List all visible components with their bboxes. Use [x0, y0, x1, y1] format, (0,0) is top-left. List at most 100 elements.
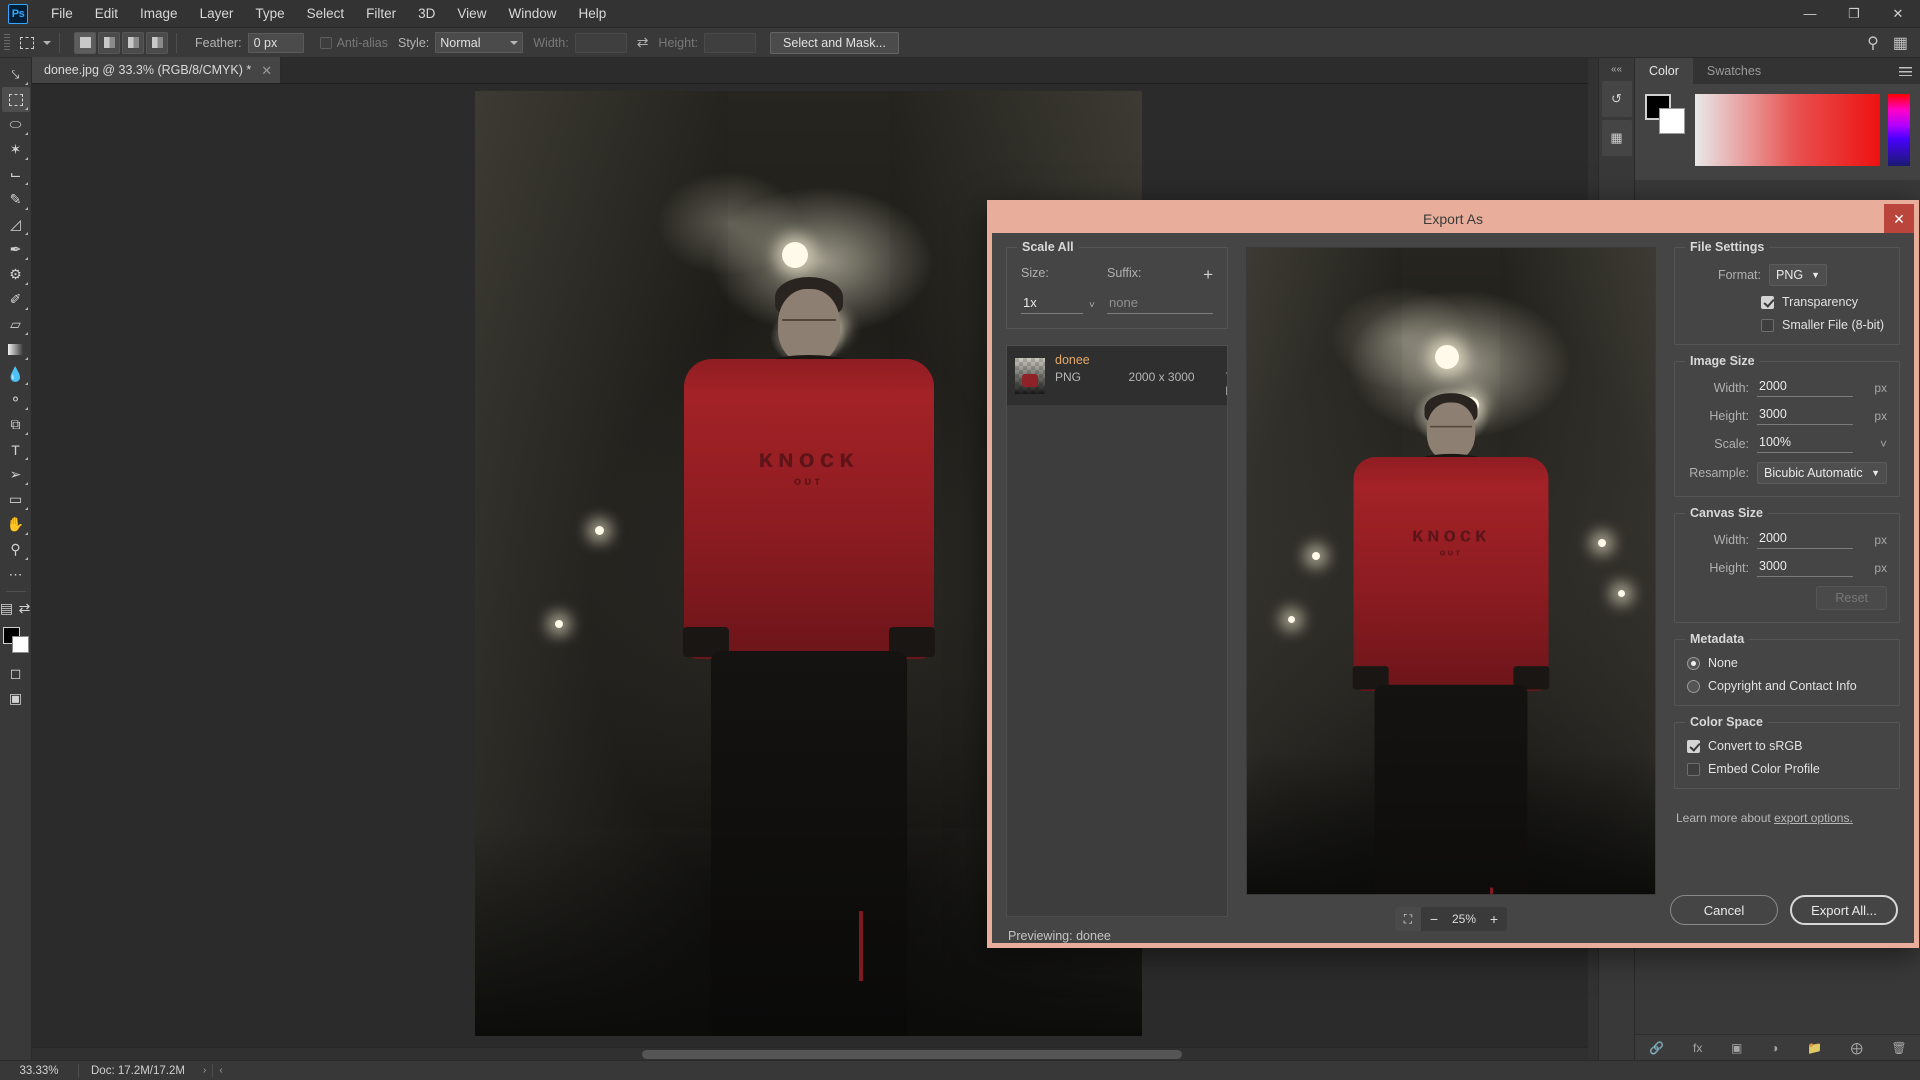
eyedropper-tool[interactable]: ✎ [2, 187, 30, 212]
link-layers-icon[interactable]: 🔗 [1649, 1041, 1664, 1055]
smaller-file-row[interactable]: Smaller File (8-bit) [1687, 318, 1887, 332]
panel-background-swatch[interactable] [1659, 108, 1685, 134]
menu-edit[interactable]: Edit [84, 2, 129, 25]
add-scale-button[interactable]: + [1203, 266, 1213, 283]
export-preview-image[interactable]: ᴋɴᴏᴄᴋᴏᴜᴛ [1246, 247, 1656, 895]
canvas-height-input[interactable]: 3000 [1757, 558, 1853, 577]
tab-color[interactable]: Color [1635, 58, 1693, 84]
select-and-mask-button[interactable]: Select and Mask... [770, 32, 899, 54]
history-brush-tool[interactable]: ✐ [2, 287, 30, 312]
metadata-none-radio[interactable] [1687, 657, 1700, 670]
transparency-checkbox[interactable] [1761, 296, 1774, 309]
tool-preset-chevron-down-icon[interactable] [43, 41, 51, 45]
status-zoom-level[interactable]: 33.33% [0, 1065, 78, 1077]
screen-mode-icon[interactable]: ▣ [2, 686, 30, 711]
maximize-button[interactable]: ❐ [1832, 0, 1876, 28]
horizontal-scroll-thumb[interactable] [642, 1050, 1182, 1059]
close-icon[interactable]: ✕ [1884, 204, 1914, 234]
embed-profile-row[interactable]: Embed Color Profile [1687, 762, 1887, 776]
layer-style-icon[interactable]: fx [1693, 1041, 1702, 1055]
rectangle-tool[interactable]: ▭ [2, 487, 30, 512]
menu-layer[interactable]: Layer [189, 2, 245, 25]
color-panel-swatches[interactable] [1645, 94, 1687, 134]
new-selection-button[interactable] [74, 32, 96, 54]
brush-tool[interactable]: ✒ [2, 237, 30, 262]
new-layer-icon[interactable]: ⨁ [1851, 1041, 1863, 1055]
image-height-input[interactable]: 3000 [1757, 406, 1853, 425]
metadata-copyright-radio[interactable] [1687, 680, 1700, 693]
menu-image[interactable]: Image [129, 2, 189, 25]
dodge-tool[interactable]: ⚬ [2, 387, 30, 412]
hand-tool[interactable]: ✋ [2, 512, 30, 537]
edit-toolbar-tool[interactable]: ⋯ [2, 562, 30, 587]
export-all-button[interactable]: Export All... [1790, 895, 1898, 925]
swap-colors-icon[interactable]: ⇄ [18, 596, 32, 621]
rectangular-marquee-tool[interactable] [2, 87, 30, 112]
menu-select[interactable]: Select [296, 2, 356, 25]
add-to-selection-button[interactable] [98, 32, 120, 54]
transparency-row[interactable]: Transparency [1687, 295, 1887, 309]
swap-width-height-icon[interactable]: ⇄ [637, 34, 649, 51]
feather-input[interactable]: 0 px [248, 33, 304, 53]
suffix-input[interactable]: none [1107, 293, 1213, 314]
embed-color-profile-checkbox[interactable] [1687, 763, 1700, 776]
spot-healing-brush-tool[interactable]: ◿ [2, 212, 30, 237]
cancel-button[interactable]: Cancel [1670, 895, 1778, 925]
collapse-panels-icon[interactable]: «« [1611, 64, 1622, 75]
minimize-button[interactable]: — [1788, 0, 1832, 28]
layer-mask-icon[interactable]: ▣ [1731, 1041, 1742, 1055]
scale-chevron-down-icon[interactable]: ˅ [1863, 437, 1887, 451]
subtract-from-selection-button[interactable] [122, 32, 144, 54]
horizontal-type-tool[interactable]: T [2, 437, 30, 462]
crop-tool[interactable]: ⌙ [2, 162, 30, 187]
menu-view[interactable]: View [446, 2, 497, 25]
chevron-down-icon[interactable]: ˅ [1089, 300, 1095, 314]
menu-window[interactable]: Window [497, 2, 567, 25]
reset-button[interactable]: Reset [1816, 586, 1887, 610]
new-group-icon[interactable]: 📁 [1807, 1041, 1822, 1055]
status-collapse-arrow-icon[interactable]: ‹ [213, 1065, 228, 1076]
smaller-file-checkbox[interactable] [1761, 319, 1774, 332]
metadata-none-row[interactable]: None [1687, 656, 1887, 670]
quick-mask-icon[interactable]: ◻ [2, 661, 30, 686]
hue-strip[interactable] [1888, 94, 1910, 166]
lasso-tool[interactable]: ⬭ [2, 112, 30, 137]
zoom-out-button[interactable]: − [1421, 907, 1447, 931]
menu-help[interactable]: Help [567, 2, 617, 25]
list-item[interactable]: donee PNG 2000 x 3000 7.5 MB [1007, 346, 1227, 406]
gradient-tool[interactable] [2, 337, 30, 362]
image-width-input[interactable]: 2000 [1757, 378, 1853, 397]
history-panel-icon[interactable]: ↺ [1602, 81, 1632, 117]
style-select[interactable]: Normal [435, 32, 523, 53]
menu-filter[interactable]: Filter [355, 2, 407, 25]
export-dialog-title-bar[interactable]: Export As ✕ [992, 205, 1914, 233]
move-tool[interactable]: ⤥ [2, 62, 30, 87]
menu-file[interactable]: File [40, 2, 84, 25]
size-select[interactable]: 1x [1021, 293, 1083, 314]
menu-type[interactable]: Type [244, 2, 295, 25]
eraser-tool[interactable]: ▱ [2, 312, 30, 337]
background-color-swatch[interactable] [12, 636, 29, 653]
properties-panel-icon[interactable]: ▦ [1602, 120, 1632, 156]
blur-tool[interactable]: 💧 [2, 362, 30, 387]
close-window-button[interactable]: ✕ [1876, 0, 1920, 28]
search-icon[interactable]: ⚲ [1867, 33, 1879, 53]
canvas-horizontal-scrollbar[interactable] [32, 1047, 1588, 1060]
width-input[interactable] [575, 33, 627, 53]
export-options-link[interactable]: export options. [1774, 811, 1853, 825]
format-select[interactable]: PNG ▼ [1769, 264, 1827, 286]
anti-alias-checkbox[interactable] [320, 37, 332, 49]
metadata-copyright-row[interactable]: Copyright and Contact Info [1687, 679, 1887, 693]
resample-select[interactable]: Bicubic Automatic ▼ [1757, 462, 1887, 484]
panel-menu-button[interactable] [1899, 58, 1920, 84]
srgb-row[interactable]: Convert to sRGB [1687, 739, 1887, 753]
clone-stamp-tool[interactable]: ⚙ [2, 262, 30, 287]
magic-wand-tool[interactable]: ✶ [2, 137, 30, 162]
intersect-selection-button[interactable] [146, 32, 168, 54]
color-swatches[interactable] [3, 627, 29, 653]
pen-tool[interactable]: ⧉ [2, 412, 30, 437]
close-icon[interactable]: ✕ [261, 64, 272, 77]
fit-screen-icon[interactable]: ⛶ [1395, 907, 1421, 931]
canvas-width-input[interactable]: 2000 [1757, 530, 1853, 549]
document-tab[interactable]: donee.jpg @ 33.3% (RGB/8/CMYK) * ✕ [32, 57, 281, 83]
